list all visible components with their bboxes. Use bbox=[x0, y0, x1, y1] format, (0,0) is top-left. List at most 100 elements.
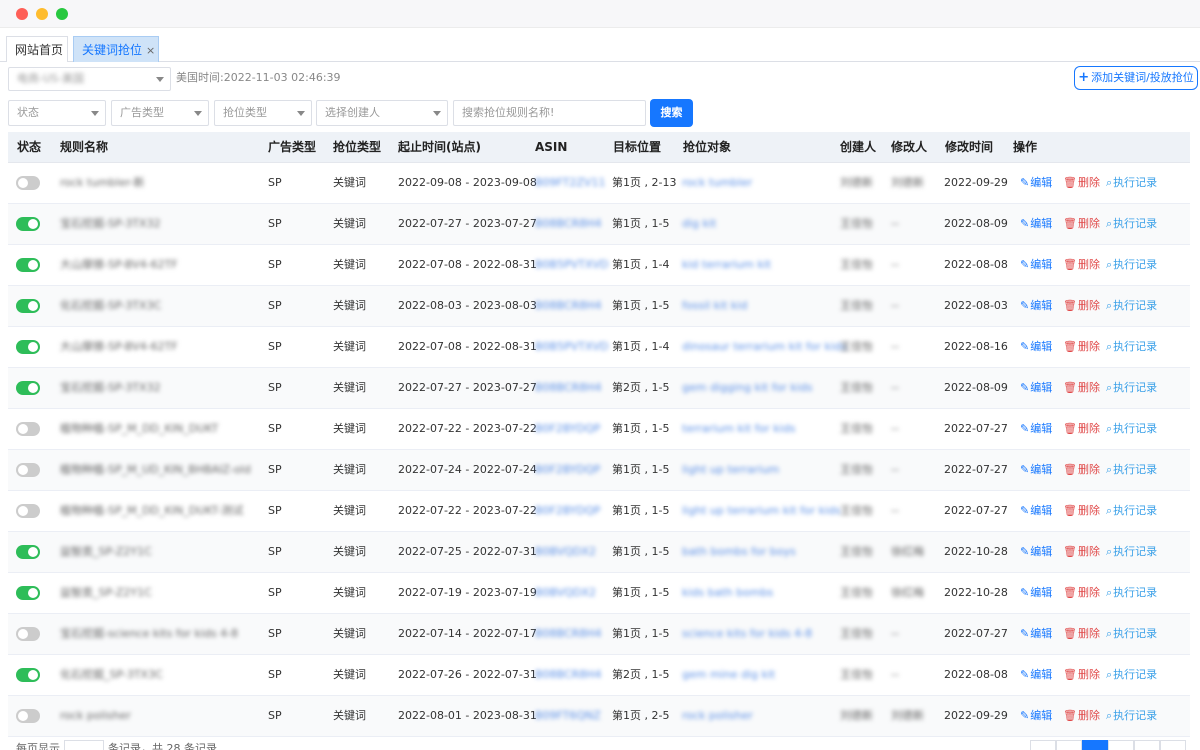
next-page-button[interactable] bbox=[1160, 740, 1186, 750]
prev-page-button[interactable] bbox=[1030, 740, 1056, 750]
edit-button[interactable]: ✎编辑 bbox=[1020, 696, 1052, 736]
edit-button[interactable]: ✎编辑 bbox=[1020, 532, 1052, 572]
status-toggle[interactable] bbox=[16, 381, 40, 395]
minimize-window-dot[interactable] bbox=[36, 8, 48, 20]
target-link[interactable]: rock tumbler bbox=[682, 163, 752, 203]
asin-link[interactable]: B0B5PVTXVD bbox=[535, 327, 609, 367]
grab-type-filter[interactable]: 抢位类型 bbox=[214, 100, 312, 126]
delete-button[interactable]: 🗑删除 bbox=[1063, 368, 1100, 408]
target-link[interactable]: dig kit bbox=[682, 204, 716, 244]
asin-link[interactable]: B09FT6QNZ bbox=[535, 696, 601, 736]
delete-button[interactable]: 🗑删除 bbox=[1063, 204, 1100, 244]
delete-button[interactable]: 🗑删除 bbox=[1063, 655, 1100, 695]
execution-log-button[interactable]: ⌕执行记录 bbox=[1106, 245, 1157, 285]
status-toggle[interactable] bbox=[16, 217, 40, 231]
execution-log-button[interactable]: ⌕执行记录 bbox=[1106, 163, 1157, 203]
edit-button[interactable]: ✎编辑 bbox=[1020, 573, 1052, 613]
asin-link[interactable]: B08BCR8H4 bbox=[535, 368, 602, 408]
delete-button[interactable]: 🗑删除 bbox=[1063, 409, 1100, 449]
execution-log-button[interactable]: ⌕执行记录 bbox=[1106, 655, 1157, 695]
add-keyword-button[interactable]: + 添加关键词/投放抢位 bbox=[1074, 66, 1198, 90]
asin-link[interactable]: B0BVQDX2 bbox=[535, 532, 596, 572]
delete-button[interactable]: 🗑删除 bbox=[1063, 286, 1100, 326]
execution-log-button[interactable]: ⌕执行记录 bbox=[1106, 327, 1157, 367]
target-link[interactable]: gem mine dig kit bbox=[682, 655, 775, 695]
asin-link[interactable]: B09FT2ZV11 bbox=[535, 163, 605, 203]
target-link[interactable]: light up terrarium bbox=[682, 450, 779, 490]
edit-button[interactable]: ✎编辑 bbox=[1020, 368, 1052, 408]
page-button[interactable] bbox=[1056, 740, 1082, 750]
ad-type-filter[interactable]: 广告类型 bbox=[111, 100, 209, 126]
execution-log-button[interactable]: ⌕执行记录 bbox=[1106, 491, 1157, 531]
status-toggle[interactable] bbox=[16, 422, 40, 436]
execution-log-button[interactable]: ⌕执行记录 bbox=[1106, 204, 1157, 244]
status-toggle[interactable] bbox=[16, 586, 40, 600]
status-toggle[interactable] bbox=[16, 627, 40, 641]
execution-log-button[interactable]: ⌕执行记录 bbox=[1106, 450, 1157, 490]
page-size-select[interactable] bbox=[64, 740, 104, 750]
close-window-dot[interactable] bbox=[16, 8, 28, 20]
status-toggle[interactable] bbox=[16, 340, 40, 354]
status-toggle[interactable] bbox=[16, 299, 40, 313]
asin-link[interactable]: B0BVQDX2 bbox=[535, 573, 596, 613]
status-toggle[interactable] bbox=[16, 709, 40, 723]
delete-button[interactable]: 🗑删除 bbox=[1063, 491, 1100, 531]
status-filter[interactable]: 状态 bbox=[8, 100, 106, 126]
status-toggle[interactable] bbox=[16, 258, 40, 272]
execution-log-button[interactable]: ⌕执行记录 bbox=[1106, 286, 1157, 326]
edit-button[interactable]: ✎编辑 bbox=[1020, 163, 1052, 203]
target-link[interactable]: dinosaur terrarium kit for kids bbox=[682, 327, 847, 367]
current-page-button[interactable] bbox=[1082, 740, 1108, 750]
target-link[interactable]: terrarium kit for kids bbox=[682, 409, 795, 449]
edit-button[interactable]: ✎编辑 bbox=[1020, 655, 1052, 695]
creator-filter[interactable]: 选择创建人 bbox=[316, 100, 448, 126]
delete-button[interactable]: 🗑删除 bbox=[1063, 573, 1100, 613]
delete-button[interactable]: 🗑删除 bbox=[1063, 614, 1100, 654]
execution-log-button[interactable]: ⌕执行记录 bbox=[1106, 532, 1157, 572]
page-button[interactable] bbox=[1108, 740, 1134, 750]
shop-select[interactable]: 电商-US-美国 bbox=[8, 67, 171, 91]
edit-button[interactable]: ✎编辑 bbox=[1020, 614, 1052, 654]
status-toggle[interactable] bbox=[16, 545, 40, 559]
asin-link[interactable]: B08BCR8H4 bbox=[535, 204, 602, 244]
asin-link[interactable]: B0F2BYDQP bbox=[535, 450, 600, 490]
tab-home[interactable]: 网站首页 bbox=[6, 36, 68, 62]
status-toggle[interactable] bbox=[16, 176, 40, 190]
target-link[interactable]: kids bath bombs bbox=[682, 573, 773, 613]
target-link[interactable]: kid terrarium kit bbox=[682, 245, 771, 285]
edit-button[interactable]: ✎编辑 bbox=[1020, 327, 1052, 367]
tab-keyword-grab[interactable]: 关键词抢位 × bbox=[73, 36, 159, 62]
delete-button[interactable]: 🗑删除 bbox=[1063, 245, 1100, 285]
target-link[interactable]: fossil kit kid bbox=[682, 286, 747, 326]
status-toggle[interactable] bbox=[16, 463, 40, 477]
status-toggle[interactable] bbox=[16, 668, 40, 682]
edit-button[interactable]: ✎编辑 bbox=[1020, 491, 1052, 531]
edit-button[interactable]: ✎编辑 bbox=[1020, 286, 1052, 326]
delete-button[interactable]: 🗑删除 bbox=[1063, 163, 1100, 203]
execution-log-button[interactable]: ⌕执行记录 bbox=[1106, 696, 1157, 736]
target-link[interactable]: rock polisher bbox=[682, 696, 753, 736]
asin-link[interactable]: B0B5PVTXVD bbox=[535, 245, 609, 285]
target-link[interactable]: light up terrarium kit for kids bbox=[682, 491, 841, 531]
asin-link[interactable]: B08BCR8H4 bbox=[535, 614, 602, 654]
rule-search-input[interactable]: 搜索抢位规则名称! bbox=[453, 100, 646, 126]
execution-log-button[interactable]: ⌕执行记录 bbox=[1106, 614, 1157, 654]
delete-button[interactable]: 🗑删除 bbox=[1063, 327, 1100, 367]
edit-button[interactable]: ✎编辑 bbox=[1020, 204, 1052, 244]
execution-log-button[interactable]: ⌕执行记录 bbox=[1106, 409, 1157, 449]
asin-link[interactable]: B08BCR8H4 bbox=[535, 286, 602, 326]
target-link[interactable]: bath bombs for boys bbox=[682, 532, 796, 572]
delete-button[interactable]: 🗑删除 bbox=[1063, 450, 1100, 490]
execution-log-button[interactable]: ⌕执行记录 bbox=[1106, 368, 1157, 408]
asin-link[interactable]: B08BCR8H4 bbox=[535, 655, 602, 695]
page-button[interactable] bbox=[1134, 740, 1160, 750]
status-toggle[interactable] bbox=[16, 504, 40, 518]
target-link[interactable]: science kits for kids 4-8 bbox=[682, 614, 812, 654]
asin-link[interactable]: B0F2BYDQP bbox=[535, 491, 600, 531]
delete-button[interactable]: 🗑删除 bbox=[1063, 696, 1100, 736]
edit-button[interactable]: ✎编辑 bbox=[1020, 409, 1052, 449]
maximize-window-dot[interactable] bbox=[56, 8, 68, 20]
search-button[interactable]: 搜索 bbox=[650, 99, 693, 127]
edit-button[interactable]: ✎编辑 bbox=[1020, 245, 1052, 285]
tab-close-icon[interactable]: × bbox=[146, 44, 155, 57]
